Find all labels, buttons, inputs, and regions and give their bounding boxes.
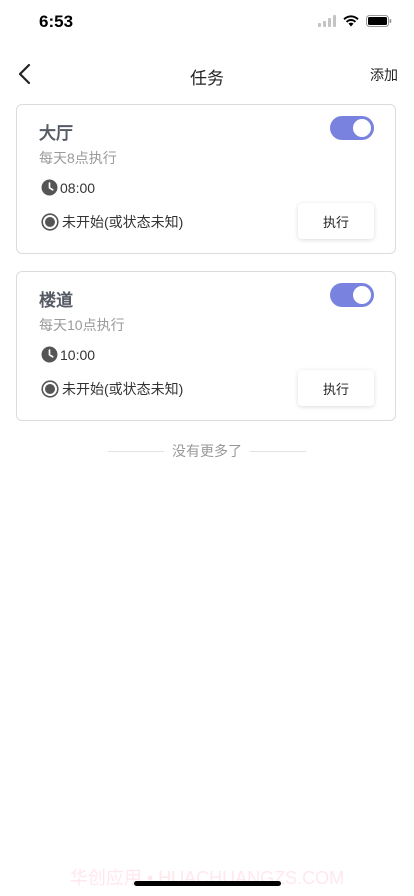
add-button[interactable]: 添加 (370, 65, 398, 85)
task-schedule: 每天8点执行 (39, 150, 117, 166)
divider-line (108, 450, 164, 452)
home-indicator (134, 881, 281, 886)
no-more-text: 没有更多了 (172, 443, 242, 459)
signal-icon (318, 15, 336, 27)
status-icons (318, 15, 392, 27)
toggle-knob (353, 286, 371, 304)
toggle-knob (353, 119, 371, 137)
wifi-icon (343, 15, 359, 27)
task-status-row: 未开始(或状态未知) (41, 379, 183, 399)
task-time: 10:00 (60, 346, 96, 363)
clock-icon (41, 179, 58, 196)
status-bar: 6:53 (0, 0, 414, 44)
status-dot-icon (41, 213, 59, 231)
task-enable-toggle[interactable] (330, 116, 374, 140)
navigation-bar: 任务 添加 (0, 52, 414, 96)
task-card: 大厅 每天8点执行 08:00 未开始(或状态未知) 执行 (16, 104, 396, 254)
execute-button[interactable]: 执行 (298, 370, 374, 406)
battery-icon (366, 15, 392, 27)
task-enable-toggle[interactable] (330, 283, 374, 307)
task-status-row: 未开始(或状态未知) (41, 212, 183, 232)
task-time: 08:00 (60, 179, 96, 196)
divider-line (250, 450, 306, 452)
clock-icon (41, 346, 58, 363)
page-title: 任务 (190, 69, 224, 88)
no-more-indicator: 没有更多了 (0, 441, 414, 461)
execute-button[interactable]: 执行 (298, 203, 374, 239)
task-schedule: 每天10点执行 (39, 317, 125, 333)
task-time-row: 08:00 (41, 179, 95, 196)
watermark: 华创应用 • HUACHUANGZS.COM (69, 868, 345, 888)
task-name: 楼道 (39, 291, 73, 310)
task-status: 未开始(或状态未知) (62, 214, 184, 230)
task-status: 未开始(或状态未知) (62, 381, 184, 397)
task-card: 楼道 每天10点执行 10:00 未开始(或状态未知) 执行 (16, 271, 396, 421)
status-dot-icon (41, 380, 59, 398)
task-time-row: 10:00 (41, 346, 95, 363)
task-name: 大厅 (39, 124, 73, 143)
status-time: 6:53 (39, 12, 74, 31)
